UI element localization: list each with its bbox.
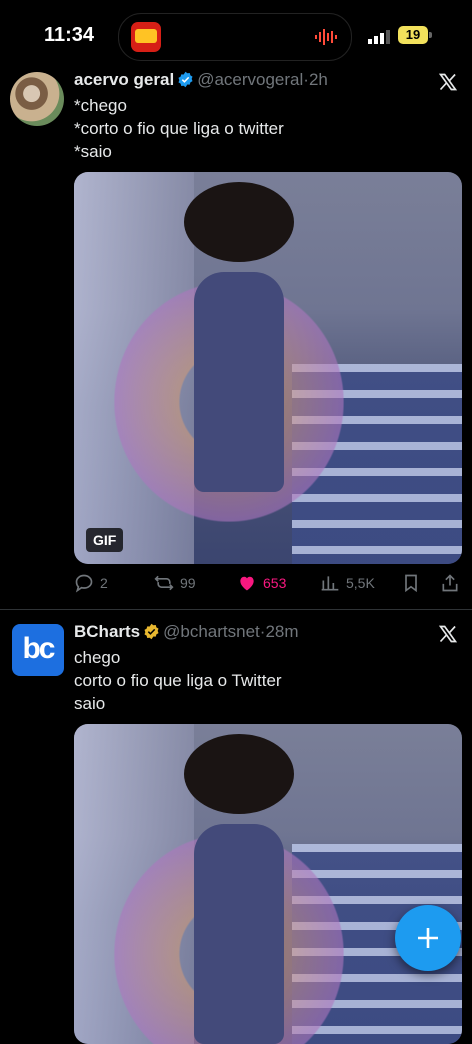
x-logo-icon[interactable]	[438, 624, 458, 644]
status-time: 11:34	[44, 24, 95, 46]
cellular-signal-icon	[368, 30, 390, 44]
tweet[interactable]: bc BCharts @bchartsnet·28m chego corto o …	[0, 622, 472, 1044]
views-icon	[321, 576, 339, 591]
compose-button[interactable]	[395, 905, 461, 971]
views-count: 5,5K	[346, 575, 375, 591]
tweet[interactable]: acervo geral @acervogeral·2h *chego *cort…	[0, 70, 472, 610]
like-count: 653	[263, 575, 287, 591]
media-hair	[184, 734, 294, 814]
now-playing-app-icon	[131, 22, 161, 52]
share-button[interactable]	[440, 570, 460, 596]
display-name[interactable]: BCharts	[74, 622, 140, 641]
verified-gold-icon	[144, 623, 159, 640]
reply-count: 2	[100, 575, 108, 591]
like-button[interactable]: 653	[237, 570, 286, 596]
dynamic-island[interactable]	[118, 13, 352, 61]
bookmark-button[interactable]	[401, 570, 421, 596]
gif-badge: GIF	[86, 528, 124, 552]
status-bar: 11:34 19	[0, 0, 472, 70]
audio-wave-icon	[315, 29, 337, 45]
tweet-text: *chego *corto o fio que liga o twitter *…	[74, 96, 284, 161]
verified-icon	[178, 71, 193, 88]
reply-button[interactable]: 2	[74, 570, 108, 596]
battery-cap	[429, 32, 432, 38]
timestamp[interactable]: 2h	[309, 70, 328, 89]
tweet-actions: 2 99 653 5,5K	[74, 570, 464, 596]
views-button[interactable]: 5,5K	[320, 570, 375, 596]
tweet-media-gif[interactable]: GIF	[74, 172, 462, 564]
repost-button[interactable]: 99	[154, 570, 196, 596]
heart-icon	[240, 576, 254, 591]
tweet-media[interactable]	[74, 724, 462, 1044]
tweet-header: acervo geral @acervogeral·2h	[74, 70, 328, 90]
tweet-text: chego corto o fio que liga o Twitter sai…	[74, 648, 282, 713]
battery-indicator: 19	[398, 26, 428, 44]
reply-icon	[75, 574, 93, 593]
tweet-divider	[0, 609, 472, 610]
handle[interactable]: @bchartsnet	[163, 622, 260, 641]
media-figure	[194, 272, 284, 492]
repost-icon	[154, 575, 174, 591]
bookmark-icon	[405, 574, 417, 593]
repost-count: 99	[180, 575, 196, 591]
handle[interactable]: @acervogeral	[197, 70, 303, 89]
media-figure	[194, 824, 284, 1044]
display-name[interactable]: acervo geral	[74, 70, 174, 89]
avatar-logo-text: bc	[22, 632, 55, 665]
x-logo-icon[interactable]	[438, 72, 458, 92]
avatar[interactable]: bc	[12, 624, 64, 676]
share-icon	[442, 574, 458, 592]
plus-icon	[418, 928, 438, 948]
avatar[interactable]	[10, 72, 64, 126]
tweet-header: BCharts @bchartsnet·28m	[74, 622, 299, 642]
timestamp[interactable]: 28m	[265, 622, 298, 641]
media-hair	[184, 182, 294, 262]
